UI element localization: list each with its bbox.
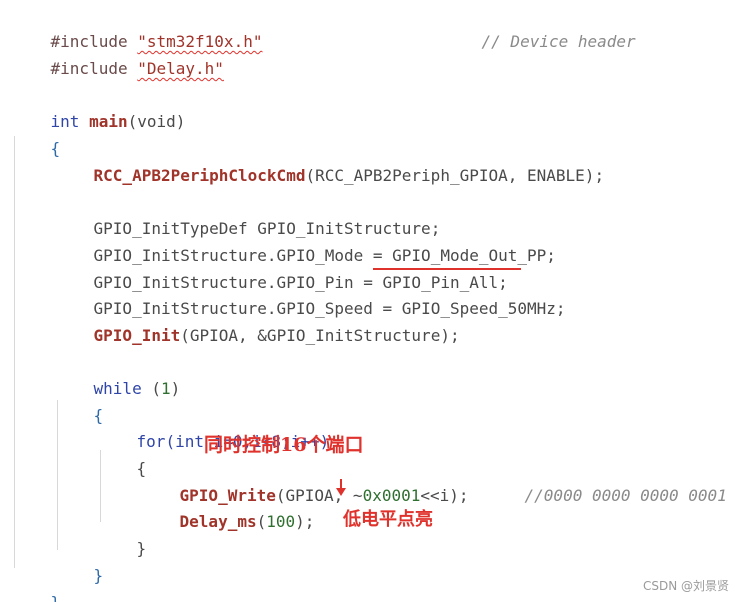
code-line-14: while (1) — [55, 350, 181, 398]
code-line-19: Delay_ms(100); — [141, 483, 315, 531]
tilde-operator: ~ — [352, 486, 363, 505]
code-line-1: #include "stm32f10x.h" — [12, 3, 263, 51]
annotation-low-level-on: 低电平点亮 — [343, 509, 433, 530]
watermark: CSDN @刘景贤 — [642, 579, 729, 593]
function-name: main — [89, 112, 128, 131]
paren-close: ) — [170, 379, 181, 398]
function-args: (RCC_APB2Periph_GPIOA, ENABLE); — [305, 166, 605, 185]
bit-comment: //0000 0000 0000 0001 — [486, 457, 727, 505]
code-line-16: for(int i=0;i<8;i++) — [98, 403, 330, 451]
paren-open: ( — [141, 379, 161, 398]
paren-open: ( — [256, 512, 267, 531]
header-comment: // Device header — [443, 3, 636, 51]
include-directive: #include — [50, 59, 128, 78]
close-brace: } — [136, 539, 147, 558]
code-line-9: GPIO_InitStructure.GPIO_Mode = GPIO_Mode… — [55, 217, 556, 265]
function-call: GPIO_Init — [93, 326, 181, 345]
function-args: (GPIOA, &GPIO_InitStructure); — [180, 326, 460, 345]
comment-text: //0000 0000 0000 0001 — [524, 486, 727, 505]
close-brace: } — [93, 566, 104, 585]
code-line-22: } — [12, 564, 61, 602]
function-call: RCC_APB2PeriphClockCmd — [93, 166, 306, 185]
annotation-control-ports: 同时控制16个端口 — [204, 434, 364, 456]
code-line-6: RCC_APB2PeriphClockCmd(RCC_APB2Periph_GP… — [55, 137, 605, 185]
comment-text: // Device header — [481, 32, 636, 51]
code-line-17: { — [98, 430, 147, 478]
code-line-12: GPIO_Init(GPIOA, &GPIO_InitStructure); — [55, 297, 460, 345]
code-line-2: #include "Delay.h" — [12, 30, 224, 78]
code-editor[interactable]: #include "stm32f10x.h" // Device header … — [0, 0, 739, 602]
hex-literal: 0x0001 — [362, 486, 421, 505]
paren-close: ); — [295, 512, 315, 531]
while-condition: 1 — [160, 379, 171, 398]
shift-expression: <<i); — [420, 486, 469, 505]
annotation-arrow-head — [336, 488, 346, 496]
close-brace: } — [51, 593, 61, 602]
include-file: "Delay.h" — [137, 59, 224, 78]
code-line-11: GPIO_InitStructure.GPIO_Speed = GPIO_Spe… — [55, 270, 566, 318]
code-line-20: } — [98, 510, 147, 558]
code-line-5: { — [12, 110, 61, 158]
indent-guide-main — [14, 136, 15, 568]
code-line-8: GPIO_InitTypeDef GPIO_InitStructure; — [55, 190, 441, 238]
code-line-4: int main(void) — [12, 83, 186, 131]
function-params: (void) — [127, 112, 186, 131]
function-call: Delay_ms — [179, 512, 257, 531]
code-line-15: { — [55, 377, 104, 425]
delay-value: 100 — [266, 512, 296, 531]
code-line-10: GPIO_InitStructure.GPIO_Pin = GPIO_Pin_A… — [55, 244, 508, 292]
code-line-21: } — [55, 537, 104, 585]
code-line-18: GPIO_Write(GPIOA, ~0x0001<<i); — [141, 457, 469, 505]
